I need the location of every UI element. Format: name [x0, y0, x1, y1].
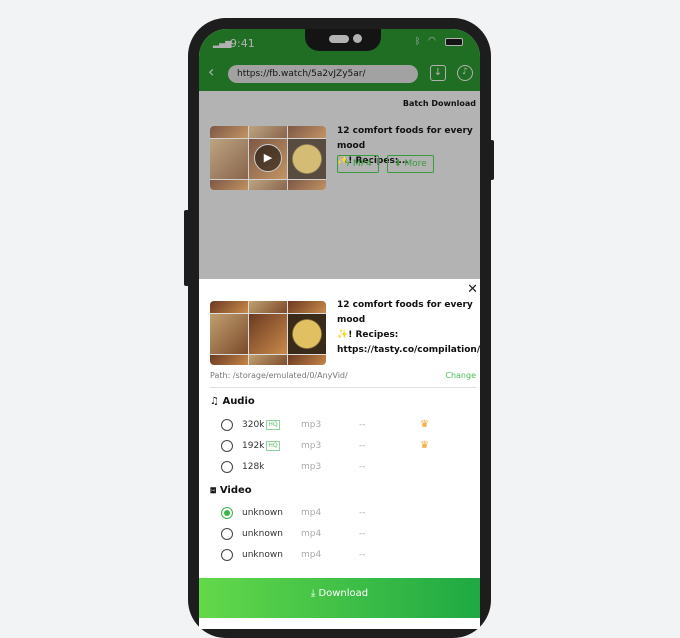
- bolt-icon: ϟ: [344, 159, 353, 169]
- header-dim: [199, 29, 480, 91]
- crown-icon: ♛: [420, 440, 429, 451]
- radio-selected[interactable]: [221, 507, 233, 519]
- video-option[interactable]: unknown mp4 --: [199, 503, 480, 523]
- download-sheet: ✕ 12 comfort foods for every mood ✨! Reci…: [199, 279, 480, 629]
- music-note-icon: ♫: [210, 396, 223, 407]
- radio[interactable]: [221, 549, 233, 561]
- more-button[interactable]: ⬇ More: [387, 155, 434, 173]
- radio[interactable]: [221, 440, 233, 452]
- radio[interactable]: [221, 528, 233, 540]
- batch-download-link[interactable]: Batch Download: [403, 99, 476, 108]
- radio[interactable]: [221, 461, 233, 473]
- crown-icon: ♛: [420, 419, 429, 430]
- change-path-link[interactable]: Change: [445, 371, 476, 380]
- video-option[interactable]: unknown mp4 --: [199, 524, 480, 544]
- app-header: 9:41 ▂▄▆ ᛒ ◠ ‹ https://fb.watch/5a2vJZy5…: [199, 29, 480, 91]
- mp4-button[interactable]: ϟ MP4: [337, 155, 379, 173]
- dimmed-page[interactable]: Batch Download ▶ 12 comfort foods for ev…: [199, 91, 480, 279]
- divider: [210, 387, 476, 388]
- audio-option-192k[interactable]: 192k HQ mp3 -- ♛: [199, 436, 480, 456]
- close-icon[interactable]: ✕: [467, 282, 478, 297]
- sheet-thumbnail: [210, 301, 326, 365]
- download-button[interactable]: ⤓ Download: [199, 578, 480, 618]
- audio-option-128k[interactable]: 128k mp3 --: [199, 457, 480, 477]
- video-section-title: ⧈ Video: [210, 485, 252, 496]
- audio-option-320k[interactable]: 320k HQ mp3 -- ♛: [199, 415, 480, 435]
- video-play-icon: ⧈: [210, 485, 220, 496]
- screen: 9:41 ▂▄▆ ᛒ ◠ ‹ https://fb.watch/5a2vJZy5…: [199, 29, 480, 629]
- sheet-video-title: 12 comfort foods for every mood ✨! Recipe…: [337, 300, 480, 355]
- radio[interactable]: [221, 419, 233, 431]
- save-path: Path: /storage/emulated/0/AnyVid/: [210, 371, 348, 380]
- download-arrow-icon: ⬇: [394, 159, 405, 169]
- play-icon[interactable]: ▶: [254, 144, 282, 172]
- audio-section-title: ♫ Audio: [210, 396, 255, 407]
- hq-badge: HQ: [266, 440, 280, 451]
- hq-badge: HQ: [266, 419, 280, 430]
- video-option[interactable]: unknown mp4 --: [199, 545, 480, 565]
